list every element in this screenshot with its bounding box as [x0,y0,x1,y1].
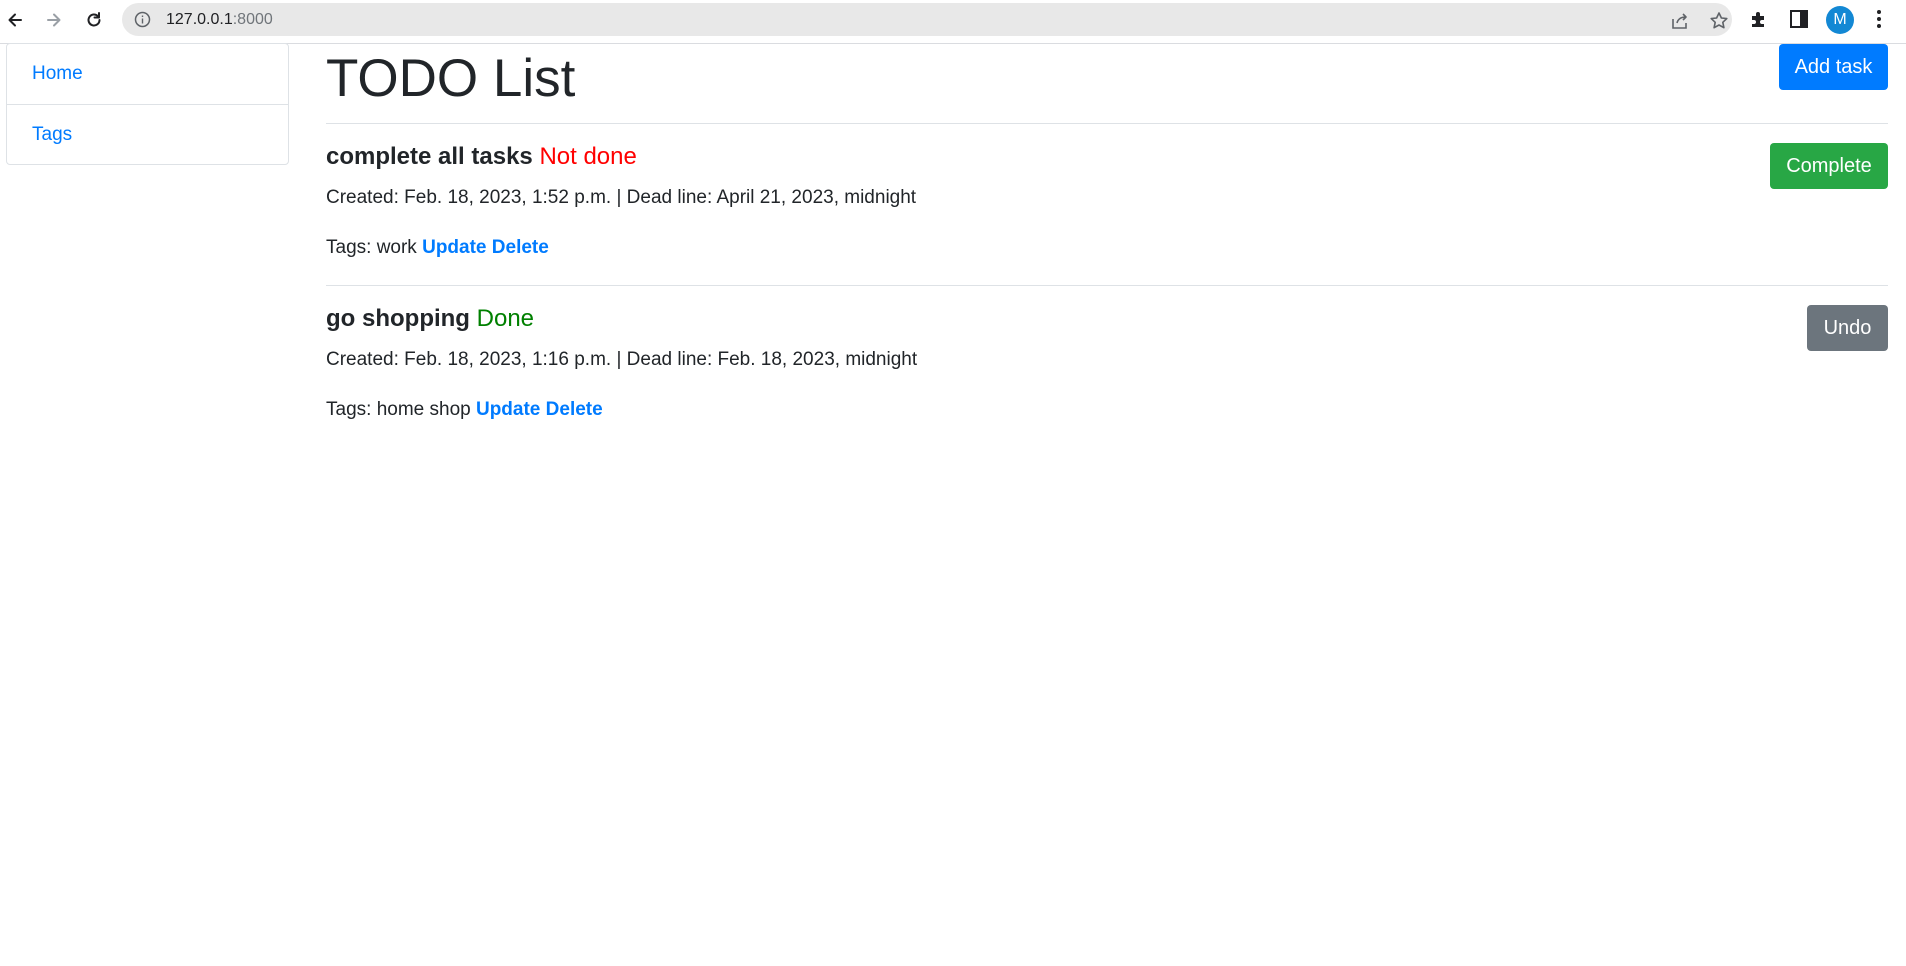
task-tags-line: Tags: work Update Delete [326,237,549,259]
task-tags-line: Tags: home shop Update Delete [326,399,603,421]
address-bar[interactable]: 127.0.0.1:8000 [122,3,1732,36]
update-link[interactable]: Update [422,237,486,258]
delete-link[interactable]: Delete [546,399,603,420]
add-task-button[interactable]: Add task [1779,44,1888,90]
task-name: complete all tasks [326,143,533,170]
task-tags: Tags: home shop [326,399,471,420]
share-icon[interactable] [1669,10,1691,32]
task-title: complete all tasks Not done [326,143,637,171]
sidebar-item-tags[interactable]: Tags [7,104,288,164]
url-text: 127.0.0.1:8000 [166,11,273,29]
task-name: go shopping [326,305,470,332]
task-status: Done [476,305,535,332]
divider [326,123,1888,124]
more-menu-icon[interactable] [1868,8,1890,30]
reload-icon[interactable] [80,6,108,34]
sidebar-nav: Home Tags [6,43,289,165]
update-link[interactable]: Update [476,399,540,420]
url-host: 127.0.0.1 [166,11,233,28]
back-arrow-icon[interactable] [1,6,29,34]
extensions-puzzle-icon[interactable] [1748,8,1770,30]
task-dates: Created: Feb. 18, 2023, 1:52 p.m. | Dead… [326,187,917,208]
bookmark-star-icon[interactable] [1708,10,1730,32]
profile-avatar[interactable]: M [1826,6,1854,34]
task-title: go shopping Done [326,305,534,333]
forward-arrow-icon[interactable] [40,6,68,34]
undo-button[interactable]: Undo [1807,305,1888,351]
site-info-icon[interactable] [134,11,151,28]
delete-link[interactable]: Delete [492,237,549,258]
task-item: go shopping Done Created: Feb. 18, 2023,… [326,305,1888,465]
complete-button[interactable]: Complete [1770,143,1888,189]
sidebar-item-home[interactable]: Home [7,44,288,104]
divider [326,285,1888,286]
browser-toolbar: 127.0.0.1:8000 M [0,0,1906,44]
side-panel-icon[interactable] [1788,8,1810,30]
task-status: Not done [539,143,637,170]
task-tags: Tags: work [326,237,417,258]
task-dates: Created: Feb. 18, 2023, 1:16 p.m. | Dead… [326,349,918,370]
page-title: TODO List [326,49,576,108]
url-port: :8000 [232,11,273,28]
task-item: complete all tasks Not done Created: Feb… [326,143,1888,303]
